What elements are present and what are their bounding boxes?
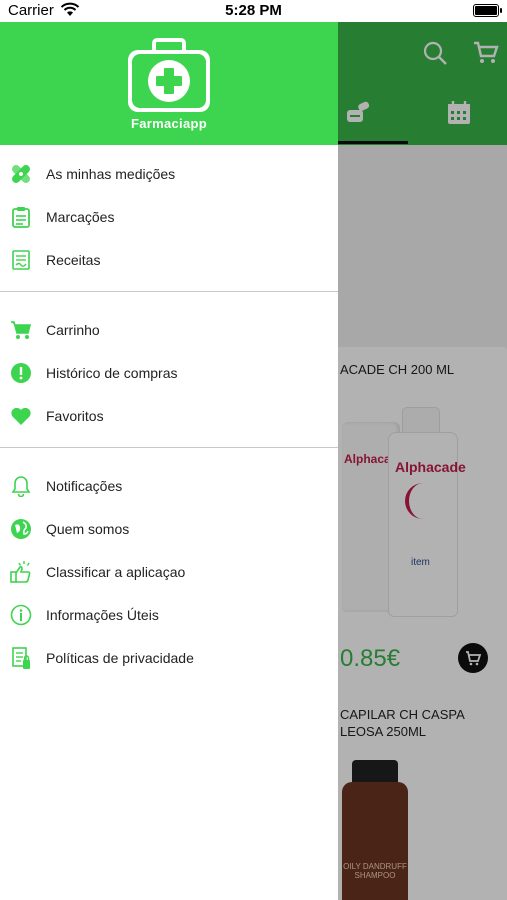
menu-item-label: Notificações [46,477,123,494]
menu-item-classificar[interactable]: Classificar a aplicaçao [0,550,338,593]
menu-item-label: Carrinho [46,321,100,338]
menu-item-marcacoes[interactable]: Marcações [0,195,338,238]
menu-item-label: Classificar a aplicaçao [46,563,186,580]
first-aid-kit-icon [126,38,212,114]
menu-item-label: Favoritos [46,407,104,424]
menu-item-carrinho[interactable]: Carrinho [0,308,338,351]
navigation-drawer: Farmaciapp As minhas medições Marcações … [0,22,338,900]
divider [0,291,338,292]
clipboard-icon [10,206,32,228]
bandage-icon [10,163,32,185]
menu-item-historico[interactable]: Histórico de compras [0,351,338,394]
menu-item-informacoes[interactable]: Informações Úteis [0,593,338,636]
menu-item-label: Receitas [46,251,101,268]
status-bar: Carrier 5:28 PM [0,0,507,22]
menu-item-receitas[interactable]: Receitas [0,238,338,281]
menu-item-notificacoes[interactable]: Notificações [0,464,338,507]
menu-item-label: Quem somos [46,520,130,537]
document-icon [10,646,32,669]
app-name: Farmaciapp [131,116,207,131]
divider [0,447,338,448]
drawer-menu: As minhas medições Marcações Receitas Ca… [0,152,338,679]
alert-circle-icon [10,362,32,384]
menu-item-quem-somos[interactable]: Quem somos [0,507,338,550]
menu-item-favoritos[interactable]: Favoritos [0,394,338,437]
menu-item-label: Marcações [46,208,115,225]
globe-icon [10,518,32,540]
menu-item-label: Histórico de compras [46,364,178,381]
prescription-icon [10,249,32,271]
menu-item-medicoes[interactable]: As minhas medições [0,152,338,195]
drawer-header: Farmaciapp [0,22,338,145]
battery-icon [473,4,502,17]
menu-item-label: Informações Úteis [46,606,159,623]
thumbs-up-icon [10,560,32,583]
menu-item-politicas[interactable]: Políticas de privacidade [0,636,338,679]
cart-icon [10,319,32,341]
bell-icon [10,475,32,497]
info-icon [10,604,32,626]
clock: 5:28 PM [225,2,282,19]
heart-icon [10,405,32,427]
menu-item-label: Políticas de privacidade [46,649,194,666]
menu-item-label: As minhas medições [46,165,176,182]
